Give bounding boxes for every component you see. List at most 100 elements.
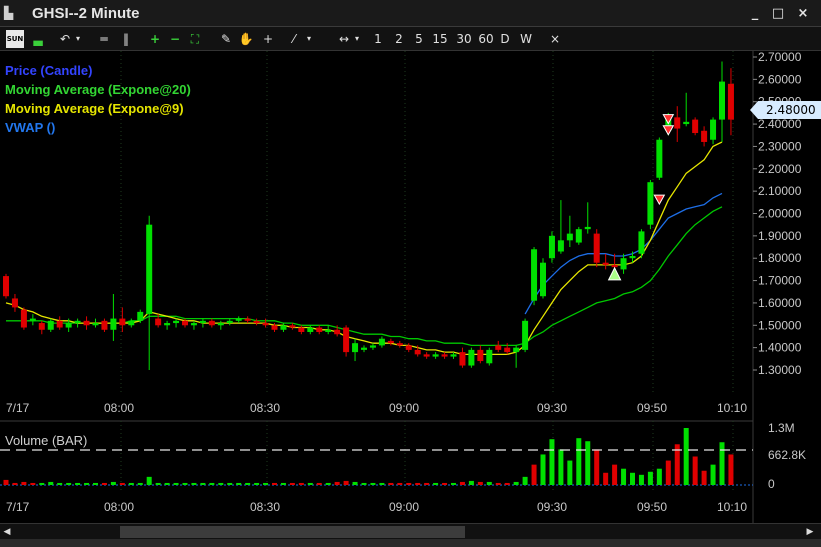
candle-body	[432, 354, 439, 357]
volume-bar	[513, 481, 519, 485]
candle-body	[692, 119, 699, 134]
volume-panel	[0, 428, 753, 486]
volume-bar	[164, 482, 170, 485]
close-button[interactable]: ×	[795, 6, 811, 22]
candle-body	[593, 233, 600, 263]
time-axis: 7/17 08:00 08:30 09:00 09:30 09:50 10:10	[6, 401, 747, 415]
clear-drawings-icon[interactable]: ×	[547, 30, 563, 48]
range-menu-chevron-icon[interactable]: ▾	[352, 30, 362, 48]
sun-button[interactable]: SUN	[6, 30, 24, 48]
candle-body	[557, 240, 564, 252]
crosshair-icon[interactable]: +	[260, 30, 276, 48]
fit-to-window-icon[interactable]: ⛶	[188, 30, 202, 48]
legend-ma9[interactable]: Moving Average (Expone@9)	[5, 101, 184, 116]
candle-body	[656, 139, 663, 178]
trade-markers	[607, 114, 675, 281]
price-tick-label: 1.50000	[758, 318, 802, 332]
candle-body	[638, 231, 645, 254]
minimize-button[interactable]: _	[747, 6, 763, 22]
volume-bar	[701, 470, 707, 485]
volume-tick-label: 1.3M	[768, 421, 795, 435]
candle-body	[146, 224, 153, 315]
candle-body	[701, 130, 708, 142]
volume-bar	[647, 471, 653, 485]
candle-body	[343, 327, 350, 353]
candle-body	[280, 325, 287, 330]
candle-body	[244, 318, 251, 321]
volume-label[interactable]: Volume (BAR)	[5, 433, 87, 448]
candle-body	[710, 119, 717, 140]
interval-60-button[interactable]: 60	[477, 30, 495, 48]
price-tick-label: 2.00000	[758, 207, 802, 221]
candle-body	[504, 347, 511, 353]
time-tick-label: 10:10	[717, 401, 747, 415]
volume-bar	[110, 481, 116, 485]
volume-bar	[710, 464, 716, 485]
maximize-button[interactable]: □	[770, 6, 786, 22]
time-tick-label: 08:30	[250, 500, 280, 514]
interval-30-button[interactable]: 30	[455, 30, 473, 48]
candle-body	[727, 83, 734, 120]
legend-ma20[interactable]: Moving Average (Expone@20)	[5, 82, 191, 97]
legend-vwap[interactable]: VWAP ()	[5, 120, 55, 135]
time-tick-label: 7/17	[6, 401, 30, 415]
vertical-line-icon[interactable]: ‖	[118, 30, 134, 48]
interval-daily-button[interactable]: D	[498, 30, 512, 48]
volume-bar	[272, 482, 277, 485]
volume-bar	[84, 482, 90, 485]
candle-body	[531, 249, 538, 301]
volume-bar	[603, 472, 609, 485]
volume-bar	[334, 481, 340, 485]
scrollbar-thumb[interactable]	[120, 526, 465, 538]
candle-body	[217, 323, 224, 326]
volume-bar	[128, 482, 134, 485]
candle-body	[620, 258, 627, 270]
candle-body	[548, 235, 555, 259]
pan-hand-icon[interactable]: ✋	[238, 30, 254, 48]
scroll-left-icon[interactable]: ◀	[0, 524, 14, 540]
candle-body	[316, 327, 323, 332]
candle-body	[629, 255, 636, 259]
volume-bar	[75, 482, 81, 485]
volume-bar	[307, 482, 313, 485]
candle-body	[253, 320, 260, 324]
zoom-out-icon[interactable]: −	[168, 30, 182, 48]
time-tick-label: 10:10	[717, 500, 747, 514]
drawing-menu-chevron-icon[interactable]: ▾	[304, 30, 314, 48]
candle-body	[566, 233, 573, 241]
candle-body	[164, 323, 171, 326]
interval-1-button[interactable]: 1	[372, 30, 384, 48]
volume-bar	[119, 482, 125, 485]
undo-icon[interactable]: ↶	[57, 30, 73, 48]
volume-bar	[316, 482, 322, 485]
volume-bar	[245, 482, 251, 485]
volume-bar	[567, 460, 573, 485]
zoom-in-icon[interactable]: +	[148, 30, 162, 48]
price-chart[interactable]: 2.700002.600002.500002.400002.300002.200…	[0, 51, 821, 523]
time-tick-label: 08:30	[250, 401, 280, 415]
candle-body	[226, 320, 233, 324]
chart-style-icon[interactable]: ▃	[30, 30, 46, 48]
volume-bar	[200, 482, 206, 485]
legend-price[interactable]: Price (Candle)	[5, 63, 92, 78]
horizontal-scrollbar[interactable]: ◀ ▶	[0, 523, 821, 540]
interval-5-button[interactable]: 5	[413, 30, 425, 48]
price-tick-label: 1.40000	[758, 341, 802, 355]
volume-bar	[549, 439, 555, 485]
horizontal-line-icon[interactable]: ═	[96, 30, 112, 48]
interval-weekly-button[interactable]: W	[518, 30, 534, 48]
candle-body	[208, 320, 215, 326]
price-tick-label: 2.60000	[758, 72, 802, 86]
volume-bar	[254, 482, 260, 485]
candle-body	[74, 320, 81, 324]
candle-body	[522, 320, 529, 350]
trendline-icon[interactable]: ⁄	[286, 30, 302, 48]
interval-15-button[interactable]: 15	[432, 30, 448, 48]
draw-pencil-icon[interactable]: ✎	[218, 30, 234, 48]
interval-2-button[interactable]: 2	[393, 30, 405, 48]
candle-body	[683, 121, 690, 125]
scroll-right-icon[interactable]: ▶	[803, 524, 817, 540]
horizontal-resize-icon[interactable]: ↔	[336, 30, 352, 48]
undo-menu-chevron-icon[interactable]: ▾	[73, 30, 83, 48]
volume-bar	[522, 476, 528, 485]
